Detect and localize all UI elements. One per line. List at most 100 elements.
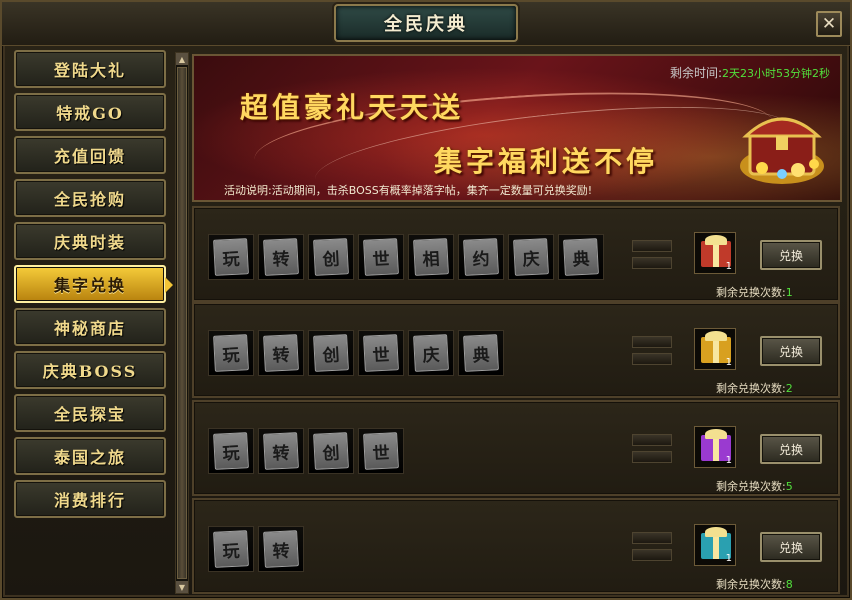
event-window: 全民庆典 ✕ 登陆大礼 特戒GO 充值回馈 全民抢购 庆典时装 集字兑换 神秘商… [0,0,852,600]
sidebar-item-word-exchange[interactable]: 集字兑换 [14,265,173,303]
exchange-button[interactable]: 兑换 [760,434,822,464]
remaining-exchanges: 剩余兑换次数:2 [716,380,793,396]
word-tile-char: 创 [313,334,349,372]
gift-bow-icon [705,527,727,537]
word-tile-char: 世 [363,432,399,470]
word-tile-char: 创 [313,432,349,470]
word-tile[interactable]: 世 [358,330,404,376]
word-tile[interactable]: 玩 [208,234,254,280]
sidebar-item-label: 消费排行 [53,491,126,510]
word-tile-char: 玩 [213,432,249,470]
sidebar-item-flash-sale[interactable]: 全民抢购 [14,179,166,217]
word-tile-char: 转 [263,432,299,470]
sidebar-item-thailand-trip[interactable]: 泰国之旅 [14,437,166,475]
reward-count: 1 [725,357,732,368]
exchange-row: 玩 转 创 世 庆 典 1 兑换 剩余兑换次数:2 [192,302,840,398]
reward-item[interactable]: 1 [694,426,736,468]
sidebar-item-spend-ranking[interactable]: 消费排行 [14,480,166,518]
sidebar-item-login-gift[interactable]: 登陆大礼 [14,50,166,88]
sidebar-item-label: 充值回馈 [53,147,126,166]
word-tile[interactable]: 庆 [508,234,554,280]
reward-item[interactable]: 1 [694,524,736,566]
word-tile-char: 转 [263,530,299,568]
word-tile[interactable]: 典 [558,234,604,280]
word-tile[interactable]: 创 [308,428,354,474]
sidebar-item-costume[interactable]: 庆典时装 [14,222,166,260]
word-tile[interactable]: 相 [408,234,454,280]
sidebar-item-mystery-shop[interactable]: 神秘商店 [14,308,166,346]
sidebar-item-label: 全民抢购 [53,190,126,209]
window-title: 全民庆典 [384,14,468,35]
word-tile[interactable]: 转 [258,234,304,280]
gift-bow-icon [705,429,727,439]
word-tile-char: 创 [313,238,349,276]
scroll-down-icon[interactable]: ▼ [176,581,188,593]
progress-slot [632,257,672,269]
word-tile[interactable]: 创 [308,234,354,280]
close-icon: ✕ [821,14,837,34]
treasure-chest-icon [740,117,824,184]
progress-slot [632,549,672,561]
banner-slogan-1: 超值豪礼天天送 [240,91,465,124]
reward-count: 1 [725,553,732,564]
scroll-thumb[interactable] [177,67,187,579]
word-tile[interactable]: 创 [308,330,354,376]
word-tile[interactable]: 世 [358,428,404,474]
word-tile-char: 玩 [213,334,249,372]
exchange-button[interactable]: 兑换 [760,532,822,562]
sidebar: 登陆大礼 特戒GO 充值回馈 全民抢购 庆典时装 集字兑换 神秘商店 庆典BOS… [14,50,173,523]
word-tile[interactable]: 庆 [408,330,454,376]
gift-bow-icon [705,235,727,245]
word-tile[interactable]: 典 [458,330,504,376]
remaining-time-label: 剩余时间: [669,66,722,80]
reward-count: 1 [725,261,732,272]
scroll-up-icon[interactable]: ▲ [176,53,188,65]
word-tiles: 玩 转 创 世 相 约 庆 典 [208,234,604,280]
word-tile-char: 相 [413,238,449,276]
word-tile[interactable]: 转 [258,428,304,474]
reward-item[interactable]: 1 [694,328,736,370]
sidebar-item-label: 集字兑换 [53,276,126,295]
sidebar-item-label: 泰国之旅 [53,448,126,467]
word-tile-char: 玩 [213,238,249,276]
remaining-time: 剩余时间:2天23小时53分钟2秒 [670,64,830,81]
reward-item[interactable]: 1 [694,232,736,274]
word-tile[interactable]: 玩 [208,428,254,474]
title-plate: 全民庆典 [334,4,518,42]
banner-slogan-2: 集字福利送不停 [434,145,659,178]
exchange-row: 玩 转 1 兑换 剩余兑换次数:8 [192,498,840,594]
word-tile[interactable]: 世 [358,234,404,280]
sidebar-item-label: 庆典时装 [53,233,126,252]
scrollbar[interactable]: ▲ ▼ [175,52,189,594]
progress-slots [632,336,672,370]
activity-description: 活动说明:活动期间，击杀BOSS有概率掉落字帖，集齐一定数量可兑换奖励! [224,182,592,198]
activity-text: 活动期间，击杀BOSS有概率掉落字帖，集齐一定数量可兑换奖励! [271,184,593,197]
remaining-exchanges: 剩余兑换次数:1 [716,284,793,300]
exchange-button[interactable]: 兑换 [760,336,822,366]
remaining-exchanges-value: 8 [785,578,793,591]
sidebar-item-label: 登陆大礼 [53,61,126,80]
sidebar-item-treasure[interactable]: 全民探宝 [14,394,166,432]
progress-slots [632,434,672,468]
sidebar-item-special-ring[interactable]: 特戒GO [14,93,166,131]
remaining-exchanges-value: 1 [785,286,793,299]
sidebar-item-recharge-reward[interactable]: 充值回馈 [14,136,166,174]
sidebar-item-boss[interactable]: 庆典BOSS [14,351,166,389]
close-button[interactable]: ✕ [816,11,842,37]
exchange-row: 玩 转 创 世 相 约 庆 典 1 兑换 剩余兑换次数:1 [192,206,840,302]
word-tile[interactable]: 玩 [208,330,254,376]
word-tile-char: 世 [363,238,399,276]
sidebar-item-label: 全民探宝 [53,405,126,424]
word-tile[interactable]: 转 [258,526,304,572]
progress-slot [632,336,672,348]
remaining-exchanges-label: 剩余兑换次数: [716,480,786,493]
word-tile[interactable]: 转 [258,330,304,376]
progress-slots [632,240,672,274]
progress-slots [632,532,672,566]
gift-bow-icon [705,331,727,341]
remaining-exchanges: 剩余兑换次数:5 [716,478,793,494]
word-tile[interactable]: 玩 [208,526,254,572]
exchange-button[interactable]: 兑换 [760,240,822,270]
word-tiles: 玩 转 创 世 庆 典 [208,330,504,376]
word-tile[interactable]: 约 [458,234,504,280]
